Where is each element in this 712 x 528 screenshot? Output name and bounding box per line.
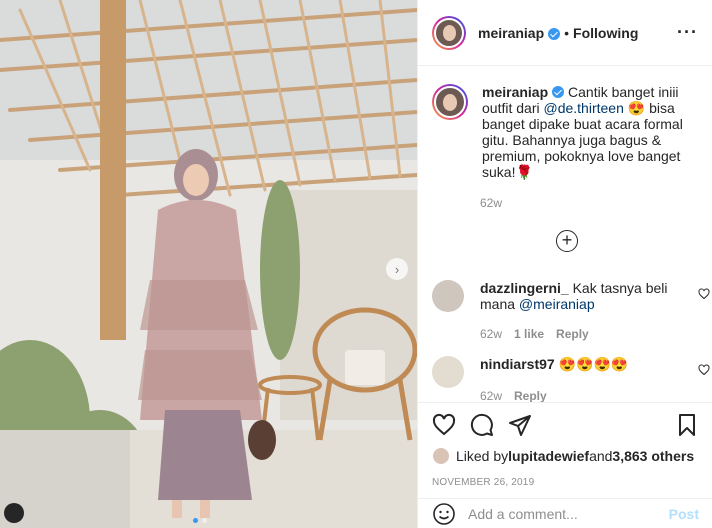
caption-username[interactable]: meiraniap <box>482 84 548 100</box>
author-username[interactable]: meiraniap <box>478 25 544 41</box>
likes-count[interactable]: 3,863 others <box>612 448 694 464</box>
comment-time[interactable]: 62w <box>480 326 502 342</box>
liker-username[interactable]: lupitadewief <box>508 448 589 464</box>
comment-text: 😍😍😍😍 <box>554 356 629 372</box>
next-photo-button[interactable]: › <box>386 258 408 280</box>
comment-input[interactable] <box>468 505 658 522</box>
comment-item: nindiarst97 😍😍😍😍 62w Reply <box>432 356 710 404</box>
like-comment-heart-icon[interactable] <box>698 288 710 300</box>
following-button[interactable]: Following <box>573 25 638 41</box>
caption-time[interactable]: 62w <box>480 196 502 210</box>
add-comment-bar: Post <box>418 498 712 528</box>
post-caption: meiraniap Cantik banget iniii outfit dar… <box>432 84 702 180</box>
emoji-smile-icon[interactable] <box>432 502 456 526</box>
comment-avatar[interactable] <box>432 356 464 388</box>
post-comment-button[interactable]: Post <box>669 506 699 522</box>
carousel-dot-active <box>193 518 198 523</box>
author-avatar[interactable] <box>432 15 466 50</box>
post-actions: Liked by lupitadewief and 3,863 others N… <box>418 402 712 488</box>
load-more-comments-icon[interactable]: + <box>556 230 578 252</box>
photo-illustration <box>0 0 417 528</box>
comment-bubble-icon[interactable] <box>470 413 494 437</box>
separator: • <box>564 24 570 41</box>
verified-icon <box>548 27 561 40</box>
comment-likes[interactable]: 1 like <box>514 326 544 342</box>
carousel-dot <box>202 518 207 523</box>
tagged-user-icon[interactable] <box>4 503 24 523</box>
more-options-icon[interactable]: ··· <box>677 22 698 43</box>
share-plane-icon[interactable] <box>508 413 532 437</box>
bookmark-icon[interactable] <box>675 413 699 437</box>
caption-mention[interactable]: @de.thirteen <box>543 100 623 116</box>
likes-summary: Liked by lupitadewief and 3,863 others <box>432 447 699 465</box>
reply-button[interactable]: Reply <box>556 326 589 342</box>
comment-mention[interactable]: @meiraniap <box>519 296 595 312</box>
likes-middle: and <box>589 448 613 464</box>
comment-username[interactable]: dazzlingerni_ <box>480 280 569 296</box>
like-comment-heart-icon[interactable] <box>698 364 710 376</box>
comment-username[interactable]: nindiarst97 <box>480 356 555 372</box>
comment-item: dazzlingerni_ Kak tasnya beli mana @meir… <box>432 280 710 342</box>
post-header: meiraniap • Following ··· <box>418 0 712 66</box>
comment-meta: 62w 1 like Reply <box>480 326 680 342</box>
caption-avatar[interactable] <box>432 84 468 120</box>
comment-avatar[interactable] <box>432 280 464 312</box>
post-panel: meiraniap • Following ··· meiraniap Cant… <box>417 0 712 528</box>
post-date[interactable]: NOVEMBER 26, 2019 <box>432 477 699 488</box>
liker-avatar[interactable] <box>432 447 450 465</box>
caption-text: meiraniap Cantik banget iniii outfit dar… <box>482 84 702 180</box>
post-photo[interactable]: › <box>0 0 417 528</box>
like-heart-icon[interactable] <box>432 413 456 437</box>
likes-prefix: Liked by <box>456 448 509 464</box>
verified-icon <box>552 86 565 98</box>
carousel-dots <box>193 518 207 523</box>
